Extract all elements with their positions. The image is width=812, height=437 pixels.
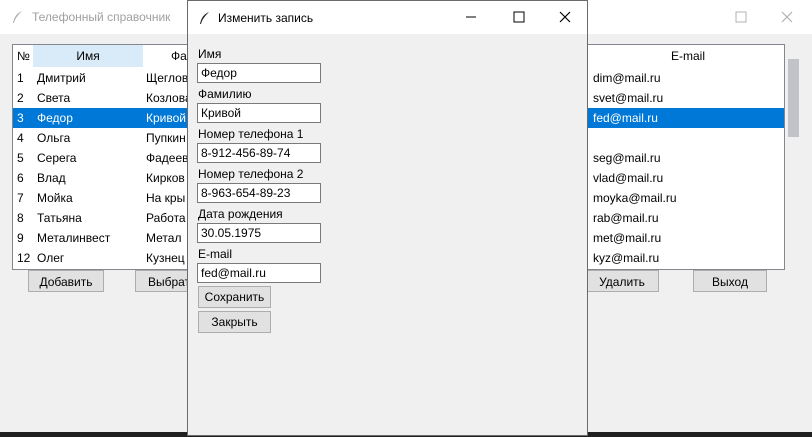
cell-num: 2	[17, 91, 24, 105]
name-field[interactable]	[197, 63, 321, 83]
email-label: E-mail	[198, 247, 233, 261]
dialog-close-button[interactable]	[542, 0, 588, 34]
maximize-button[interactable]	[718, 0, 764, 34]
cell-email: dim@mail.ru	[593, 71, 661, 85]
close-dialog-button[interactable]: Закрыть	[198, 311, 271, 333]
delete-button[interactable]: Удалить	[585, 270, 659, 292]
cell-name: Федор	[37, 111, 73, 125]
select-button[interactable]: Выбрат	[135, 270, 195, 292]
cell-email: kyz@mail.ru	[593, 251, 660, 265]
surname-label: Фамилию	[198, 87, 252, 101]
cell-name: Олег	[37, 251, 65, 265]
dialog-maximize-button[interactable]	[496, 0, 542, 34]
add-button[interactable]: Добавить	[28, 270, 104, 292]
save-button[interactable]: Сохранить	[198, 286, 271, 308]
close-icon	[781, 11, 793, 23]
cell-name: Влад	[37, 171, 66, 185]
dialog-minimize-button[interactable]	[448, 0, 494, 34]
cell-name: Татьяна	[37, 211, 82, 225]
cell-name: Ольга	[37, 131, 71, 145]
birth-date-field[interactable]	[197, 223, 321, 243]
cell-name: Металинвест	[37, 231, 111, 245]
dialog-title: Изменить запись	[218, 11, 314, 25]
cell-email: seg@mail.ru	[593, 151, 661, 165]
phone2-label: Номер телефона 2	[198, 167, 304, 181]
cell-email: svet@mail.ru	[593, 91, 664, 105]
phone1-field[interactable]	[197, 143, 321, 163]
close-button-main[interactable]	[764, 0, 810, 34]
cell-num: 8	[17, 211, 24, 225]
edit-record-dialog: Изменить запись Имя Фамилию Номер телефо…	[187, 0, 588, 436]
cell-num: 1	[17, 71, 24, 85]
surname-field[interactable]	[197, 103, 321, 123]
scrollbar-thumb[interactable]	[788, 59, 799, 137]
birth-date-label: Дата рождения	[198, 207, 283, 221]
dialog-titlebar[interactable]: Изменить запись	[188, 1, 587, 34]
cell-num: 3	[17, 111, 24, 125]
feather-icon	[200, 12, 209, 24]
cell-email: vlad@mail.ru	[593, 171, 664, 185]
cell-email: rab@mail.ru	[593, 211, 659, 225]
cell-num: 12	[17, 251, 31, 265]
cell-num: 7	[17, 191, 24, 205]
cell-name: Мойка	[37, 191, 73, 205]
main-window-title: Телефонный справочник	[32, 10, 171, 24]
maximize-icon	[735, 11, 747, 23]
maximize-icon	[513, 11, 525, 23]
phone2-field[interactable]	[197, 183, 321, 203]
cell-email: fed@mail.ru	[593, 111, 658, 125]
cell-num: 6	[17, 171, 24, 185]
phone1-label: Номер телефона 1	[198, 127, 304, 141]
cell-name: Света	[37, 91, 71, 105]
cell-name: Дмитрий	[37, 71, 86, 85]
cell-num: 9	[17, 231, 24, 245]
exit-button[interactable]: Выход	[693, 270, 767, 292]
column-header-email[interactable]: E-mail	[593, 45, 783, 67]
minimize-icon	[466, 16, 476, 18]
cell-email: moyka@mail.ru	[593, 191, 677, 205]
feather-icon	[13, 11, 22, 23]
cell-name: Серега	[37, 151, 77, 165]
close-icon	[559, 11, 571, 23]
column-header-name[interactable]: Имя	[33, 45, 143, 67]
cell-num: 5	[17, 151, 24, 165]
name-label: Имя	[198, 47, 222, 61]
email-field[interactable]	[197, 263, 321, 283]
cell-num: 4	[17, 131, 24, 145]
cell-email: met@mail.ru	[593, 231, 662, 245]
